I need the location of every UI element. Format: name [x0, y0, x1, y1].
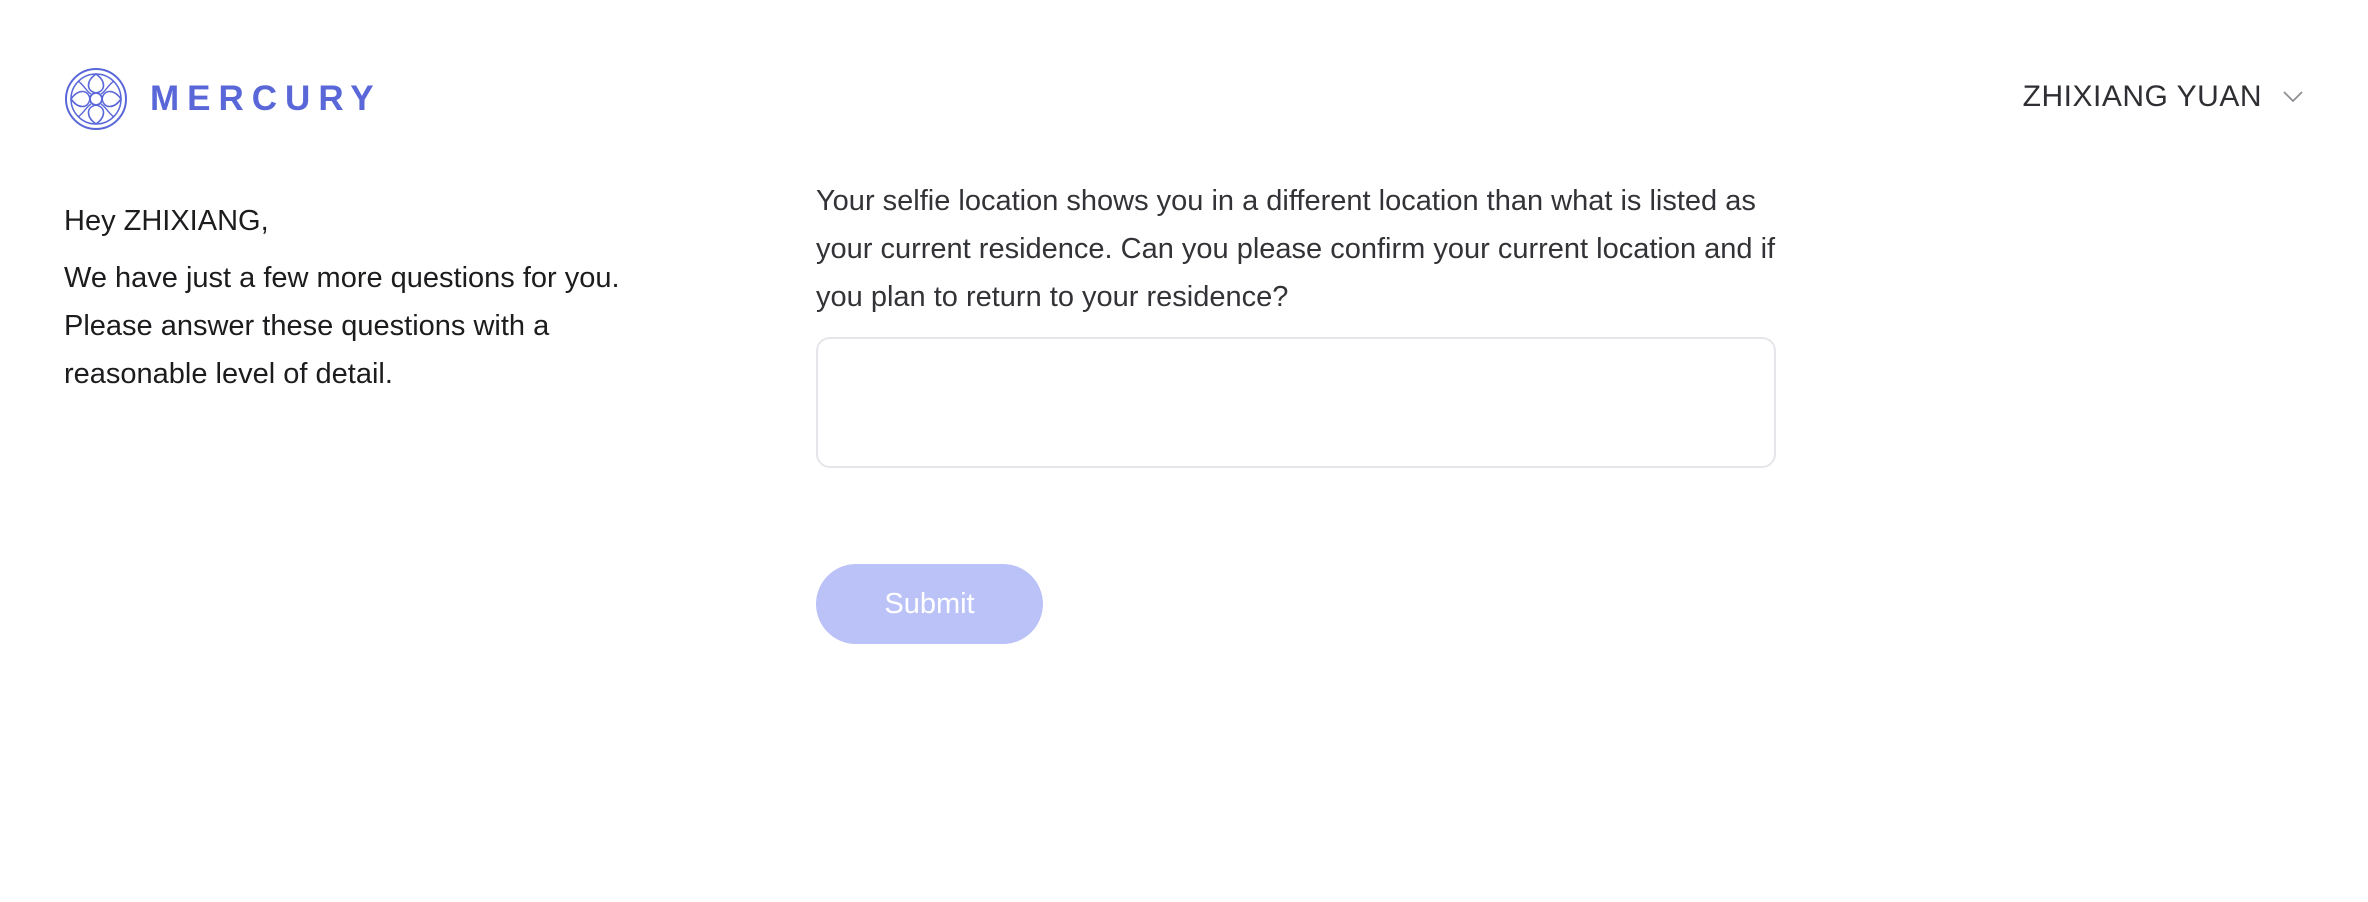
question-text: Your selfie location shows you in a diff…	[816, 185, 1776, 313]
intro-message: We have just a few more questions for yo…	[64, 262, 620, 390]
brand-name: MERCURY	[150, 79, 382, 118]
chevron-down-icon	[2283, 91, 2303, 103]
intro-panel: Hey ZHIXIANG, We have just a few more qu…	[64, 200, 624, 398]
question-form: Your selfie location shows you in a diff…	[816, 177, 1776, 644]
answer-input[interactable]	[816, 337, 1776, 468]
greeting-text: Hey ZHIXIANG,	[64, 205, 269, 237]
submit-button[interactable]: Submit	[816, 564, 1043, 644]
user-menu-dropdown[interactable]: ZHIXIANG YUAN	[2023, 80, 2304, 114]
mercury-logo-icon	[65, 68, 127, 130]
user-name: ZHIXIANG YUAN	[2022, 80, 2262, 113]
top-header: MERCURY ZHIXIANG YUAN	[0, 0, 2368, 200]
brand-logo[interactable]: MERCURY	[64, 67, 382, 131]
